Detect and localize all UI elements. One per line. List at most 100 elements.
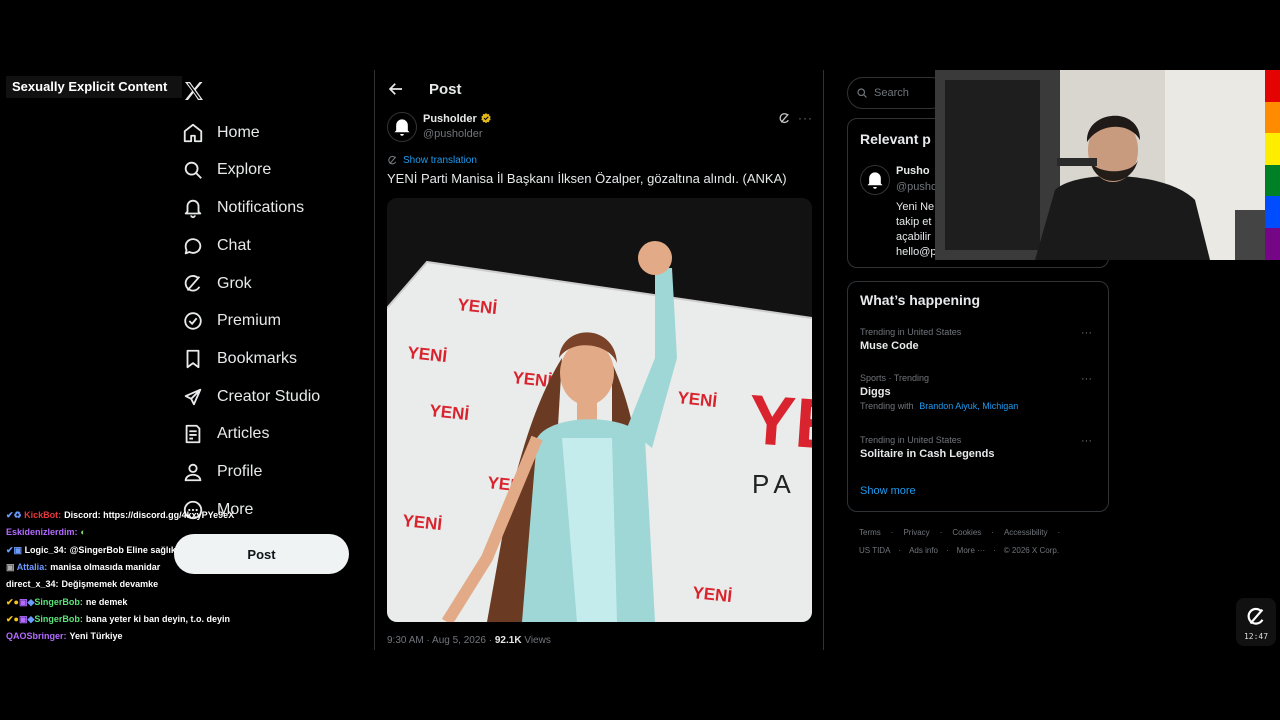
relevant-handle[interactable]: @pusho [896,181,937,193]
show-translation-link[interactable]: Show translation [387,155,477,166]
post-text: YENİ Parti Manisa İl Başkanı İlksen Özal… [387,171,787,186]
view-count: 92.1K [494,635,522,646]
trend-item[interactable]: Sports · Trending Diggs Trending with Br… [860,373,1100,411]
nav-label-grok: Grok [217,275,252,292]
chat-message: ✔●▣◆SingerBob: ne demek [6,597,128,607]
post-metadata: 9:30 AM · Aug 5, 2026 · 92.1K Views [387,635,551,646]
chat-message: Eskidenizlerdim: ◐ [6,527,86,537]
footer-links: US TIDA · Ads info · More ··· · © 2026 X Co… [859,546,1060,555]
post-button[interactable]: Post [174,534,349,574]
chat-username: Logic_34: [24,545,67,555]
more-options-icon[interactable]: ··· [798,111,813,125]
chat-text: Discord: https://discord.gg/4kxyPYe9eX [64,510,235,520]
bookmark-icon [186,349,200,369]
chat-username: Attalia: [16,562,48,572]
nav-item-home[interactable]: Home [182,117,260,149]
more-options-icon[interactable]: ··· [1081,373,1092,385]
chat-username: direct_x_34: [6,579,59,589]
nav-item-chat[interactable]: Chat [182,230,251,262]
chat-username: SingerBob: [34,597,83,607]
chat-message: ✔♻ KickBot: Discord: https://discord.gg/4… [6,510,235,520]
nav-label-notifications: Notifications [217,199,305,216]
webcam-overlay [935,70,1265,260]
photo-illustration: YENİ YENİ YENİ YENİ YENİ YENİ YENİ YENİ … [387,198,812,622]
trend-title: Muse Code [860,340,919,352]
trend-context: Sports · Trending [860,373,930,383]
nav-item-grok[interactable]: Grok [182,268,252,300]
bell-icon [184,199,202,219]
footer-link[interactable]: Accessibility [1004,528,1048,537]
nav-item-notifications[interactable]: Notifications [182,192,304,224]
grok-icon[interactable] [778,112,791,125]
show-more-link[interactable]: Show more [860,485,916,497]
nav-item-articles[interactable]: Articles [182,418,269,450]
content-warning-label: Sexually Explicit Content [6,76,182,98]
watermark-time: 12:47 [1243,632,1269,641]
relevant-name[interactable]: Pusho [896,165,930,177]
premium-icon [184,312,202,330]
articles-icon [185,424,201,444]
avatar[interactable] [860,165,890,195]
footer-link[interactable]: US TIDA [859,546,890,555]
chat-message: ✔▣ Logic_34: @SingerBob Eline sağlık [6,545,176,555]
back-arrow-icon[interactable] [387,80,405,98]
footer-link[interactable]: Terms [859,528,881,537]
trend-title: Solitaire in Cash Legends [860,448,995,460]
nav-item-premium[interactable]: Premium [182,305,281,337]
post-timestamp[interactable]: 9:30 AM · Aug 5, 2026 · [387,635,495,646]
bio-line: açabilir [896,231,931,243]
nav-label-chat: Chat [217,237,251,254]
footer-copyright: © 2026 X Corp. [1003,546,1060,555]
chat-message: direct_x_34: Değişmemek devamke [6,579,158,589]
search-input[interactable]: Search [847,77,947,109]
chat-message: ▣ Attalia: manisa olmasıda manidar [6,562,161,572]
trend-item[interactable]: Trending in United States Solitaire in C… [860,435,1100,460]
verified-badge-icon [481,113,491,124]
banner-pa-text: PA [752,469,797,499]
chat-text: @SingerBob Eline sağlık [69,545,176,555]
more-options-icon[interactable]: ··· [1081,327,1092,339]
x-logo-icon[interactable] [182,79,206,103]
chat-icon [184,238,202,255]
emote-icon: ◐ [80,527,86,537]
stream-watermark: 12:47 [1236,598,1276,646]
nav-item-creator-studio[interactable]: Creator Studio [182,381,320,413]
whats-happening-panel: What’s happening Trending in United Stat… [847,281,1109,512]
trend-context: Trending in United States [860,435,962,445]
more-options-icon[interactable]: ··· [1081,435,1092,447]
trend-with: Trending with Brandon Aiyuk, Michigan [860,401,1100,411]
chat-username: QAOSbringer: [6,631,67,641]
relevant-bio: Yeni Ne takip et açabilir hello@p [896,200,937,260]
nav-item-explore[interactable]: Explore [182,154,271,186]
search-placeholder: Search [874,87,909,99]
post-image[interactable]: YENİ YENİ YENİ YENİ YENİ YENİ YENİ YENİ … [387,198,812,622]
page-title: Post [429,81,462,98]
nav-label-bookmarks: Bookmarks [217,350,298,367]
nav-label-creator-studio: Creator Studio [217,388,321,405]
nav-label-home: Home [217,124,260,141]
bio-line: Yeni Ne [896,201,935,213]
trend-item[interactable]: Trending in United States Muse Code ··· [860,327,1100,352]
grok-icon [1247,607,1264,625]
trend-with-links[interactable]: Brandon Aiyuk, Michigan [919,401,1018,411]
grok-icon [388,155,397,165]
rainbow-stripe [1265,70,1280,260]
footer-link[interactable]: More ··· [957,546,985,555]
avatar[interactable] [387,112,417,142]
nav-item-profile[interactable]: Profile [182,456,262,488]
bio-line: hello@p [896,246,937,258]
rocket-icon [184,388,202,406]
footer-link[interactable]: Privacy [903,528,929,537]
relevant-title: Relevant p [860,131,931,147]
nav-label-profile: Profile [217,463,263,480]
bell-icon [394,119,410,136]
author-name-text: Pusholder [423,113,477,125]
footer-link[interactable]: Ads info [909,546,938,555]
search-icon [857,88,867,98]
author-handle[interactable]: @pusholder [423,128,482,140]
trend-title: Diggs [860,386,891,398]
nav-item-bookmarks[interactable]: Bookmarks [182,343,297,375]
author-name[interactable]: Pusholder [423,112,492,125]
trend-context: Trending in United States [860,327,962,337]
footer-link[interactable]: Cookies [952,528,981,537]
